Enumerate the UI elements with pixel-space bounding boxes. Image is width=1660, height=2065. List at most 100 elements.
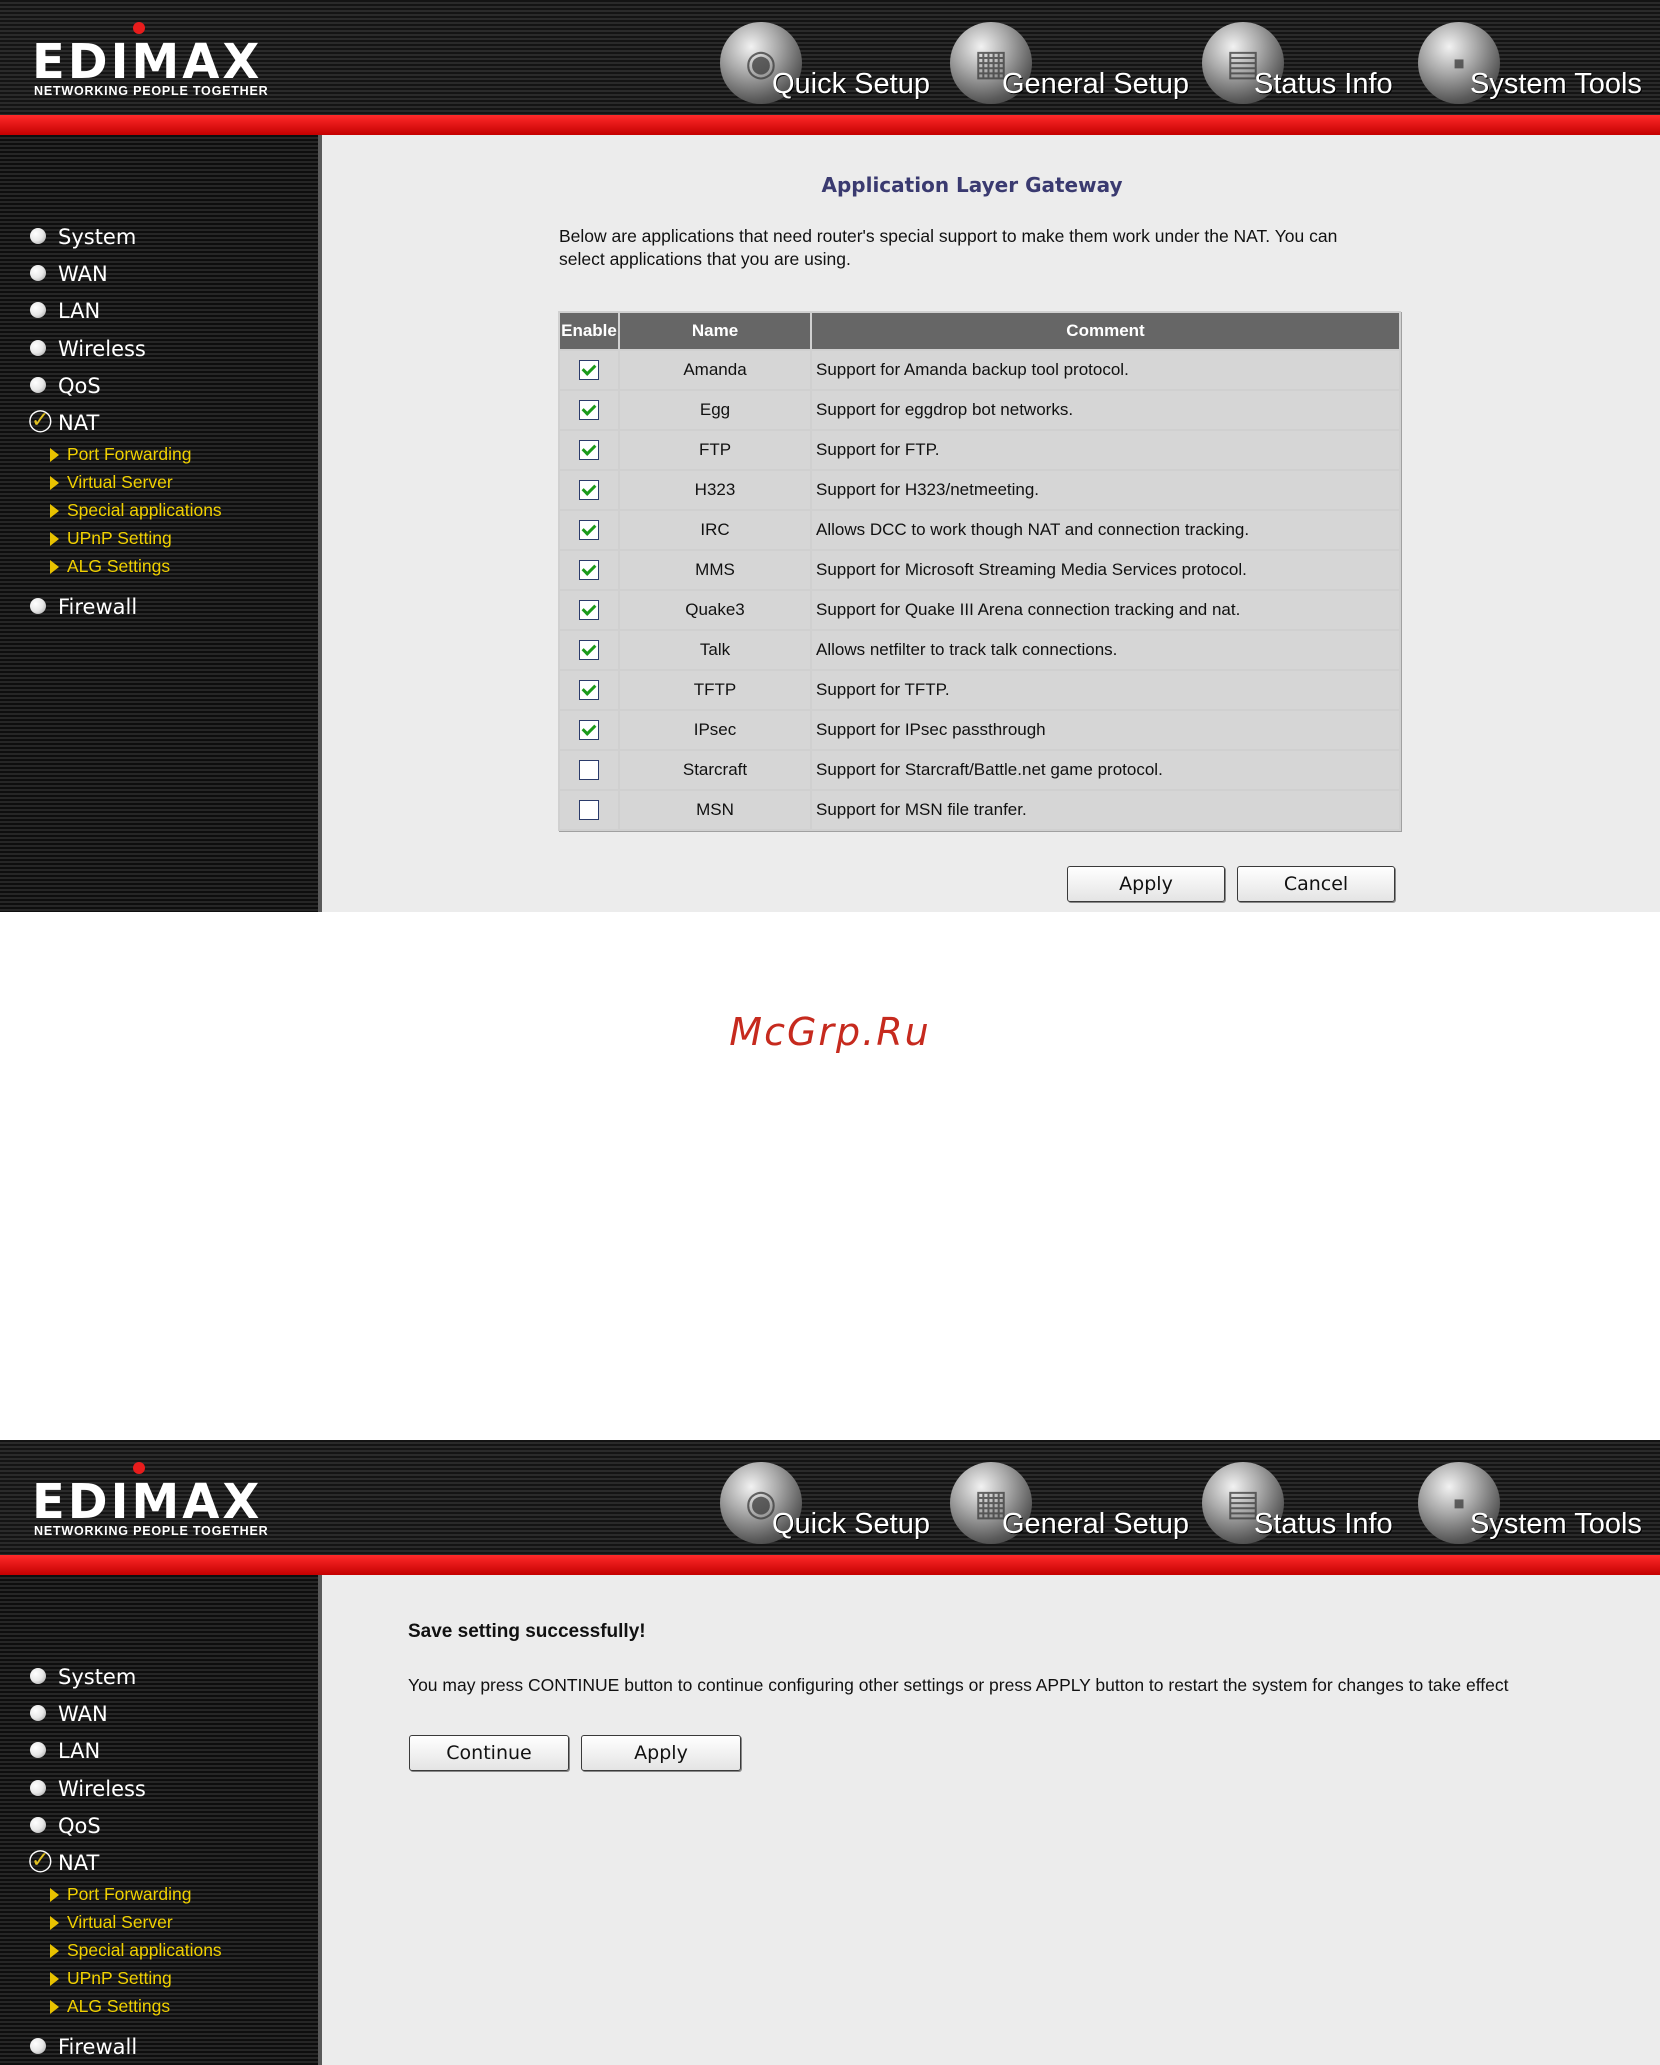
enable-cell (560, 551, 618, 589)
enable-checkbox[interactable] (579, 760, 599, 781)
cancel-button[interactable]: Cancel (1237, 866, 1395, 902)
apply-button[interactable]: Apply (1067, 866, 1225, 902)
nav-label: Status Info (1254, 1508, 1393, 1540)
enable-cell (560, 631, 618, 669)
header-red-bar (0, 1555, 1660, 1575)
sidebar-item-label: QoS (58, 374, 101, 398)
comment-cell: Support for Microsoft Streaming Media Se… (812, 551, 1399, 589)
comment-cell: Allows DCC to work though NAT and connec… (812, 511, 1399, 549)
enable-checkbox[interactable] (579, 800, 599, 821)
checkmark-icon: ◯ ✓ (28, 1847, 53, 1872)
table-row: Amanda Support for Amanda backup tool pro… (560, 351, 1399, 389)
bullet-icon (30, 1705, 46, 1721)
bullet-icon (30, 1668, 46, 1684)
sidebar-item-label: System (58, 1665, 137, 1689)
edimax-logo: EDIMAX NETWORKING PEOPLE TOGETHER (32, 1462, 292, 1544)
submenu-label: Port Forwarding (67, 1884, 192, 1904)
app-name-cell: Talk (620, 631, 810, 669)
comment-cell: Support for FTP. (812, 431, 1399, 469)
sidebar-item-label: LAN (58, 299, 101, 323)
bullet-icon (30, 1742, 46, 1758)
submenu-label: Special applications (67, 500, 222, 520)
arrow-right-icon (50, 560, 59, 574)
comment-cell: Support for H323/netmeeting. (812, 471, 1399, 509)
column-header-name: Name (620, 313, 810, 349)
arrow-right-icon (50, 1888, 59, 1902)
nav-label: General Setup (1002, 1508, 1190, 1540)
submenu-label: ALG Settings (67, 556, 171, 576)
enable-checkbox[interactable] (579, 680, 599, 701)
comment-cell: Support for Quake III Arena connection t… (812, 591, 1399, 629)
enable-cell (560, 511, 618, 549)
table-row: MSN Support for MSN file tranfer. (560, 791, 1399, 829)
enable-cell (560, 351, 618, 389)
submenu-label: UPnP Setting (67, 1968, 172, 1988)
logo-tagline: NETWORKING PEOPLE TOGETHER (34, 1524, 269, 1538)
table-row: Talk Allows netfilter to track talk conne… (560, 631, 1399, 669)
logo-text: EDIMAX (32, 34, 263, 90)
table-row: IPsec Support for IPsec passthrough (560, 711, 1399, 749)
arrow-right-icon (50, 504, 59, 518)
comment-cell: Allows netfilter to track talk connectio… (812, 631, 1399, 669)
submenu-label: Port Forwarding (67, 444, 192, 464)
comment-cell: Support for MSN file tranfer. (812, 791, 1399, 829)
enable-checkbox[interactable] (579, 440, 599, 461)
table-row: FTP Support for FTP. (560, 431, 1399, 469)
header: EDIMAX NETWORKING PEOPLE TOGETHER ◉ Quic… (0, 1440, 1660, 1555)
alg-screen: EDIMAX NETWORKING PEOPLE TOGETHER ◉ Quic… (0, 0, 1660, 912)
alg-table: Enable Name Comment Amanda Support for Am… (558, 311, 1401, 831)
submenu-label: Special applications (67, 1940, 222, 1960)
sidebar-item-label: WAN (58, 262, 108, 286)
comment-cell: Support for Starcraft/Battle.net game pr… (812, 751, 1399, 789)
table-row: H323 Support for H323/netmeeting. (560, 471, 1399, 509)
enable-cell (560, 751, 618, 789)
sidebar-item-label: QoS (58, 1814, 101, 1838)
arrow-right-icon (50, 532, 59, 546)
enable-checkbox[interactable] (579, 360, 599, 381)
app-name-cell: MMS (620, 551, 810, 589)
sidebar-item-label: LAN (58, 1739, 101, 1763)
enable-checkbox[interactable] (579, 720, 599, 741)
enable-checkbox[interactable] (579, 400, 599, 421)
comment-cell: Support for TFTP. (812, 671, 1399, 709)
enable-checkbox[interactable] (579, 480, 599, 501)
enable-checkbox[interactable] (579, 600, 599, 621)
bullet-icon (30, 1817, 46, 1833)
sidebar-item-label: NAT (58, 411, 100, 435)
bullet-icon (30, 340, 46, 356)
apply-button[interactable]: Apply (581, 1735, 741, 1771)
checkmark-icon: ◯ ✓ (28, 407, 53, 432)
logo-text: EDIMAX (32, 1474, 263, 1530)
sidebar-item-label: NAT (58, 1851, 100, 1875)
comment-cell: Support for Amanda backup tool protocol. (812, 351, 1399, 389)
enable-checkbox[interactable] (579, 520, 599, 541)
enable-cell (560, 431, 618, 469)
table-row: Starcraft Support for Starcraft/Battle.ne… (560, 751, 1399, 789)
enable-cell (560, 591, 618, 629)
comment-cell: Support for IPsec passthrough (812, 711, 1399, 749)
logo-dot (133, 22, 145, 34)
enable-cell (560, 791, 618, 829)
app-name-cell: IPsec (620, 711, 810, 749)
comment-cell: Support for eggdrop bot networks. (812, 391, 1399, 429)
table-row: Egg Support for eggdrop bot networks. (560, 391, 1399, 429)
bullet-icon (30, 228, 46, 244)
arrow-right-icon (50, 1916, 59, 1930)
watermark: McGrp.Ru (729, 1010, 931, 1054)
table-row: MMS Support for Microsoft Streaming Media… (560, 551, 1399, 589)
sidebar-item-label: Wireless (58, 337, 146, 361)
sidebar: System WAN LAN Wireless QoS ◯ ✓ NAT Port F… (0, 135, 322, 912)
table-row: TFTP Support for TFTP. (560, 671, 1399, 709)
enable-checkbox[interactable] (579, 640, 599, 661)
app-name-cell: MSN (620, 791, 810, 829)
bullet-icon (30, 377, 46, 393)
save-success-description: You may press CONTINUE button to continu… (408, 1675, 1509, 1695)
arrow-right-icon (50, 476, 59, 490)
enable-checkbox[interactable] (579, 560, 599, 581)
column-header-enable: Enable (560, 313, 618, 349)
enable-cell (560, 711, 618, 749)
app-name-cell: TFTP (620, 671, 810, 709)
continue-button[interactable]: Continue (409, 1735, 569, 1771)
arrow-right-icon (50, 2000, 59, 2014)
page-title: Application Layer Gateway (821, 173, 1123, 197)
